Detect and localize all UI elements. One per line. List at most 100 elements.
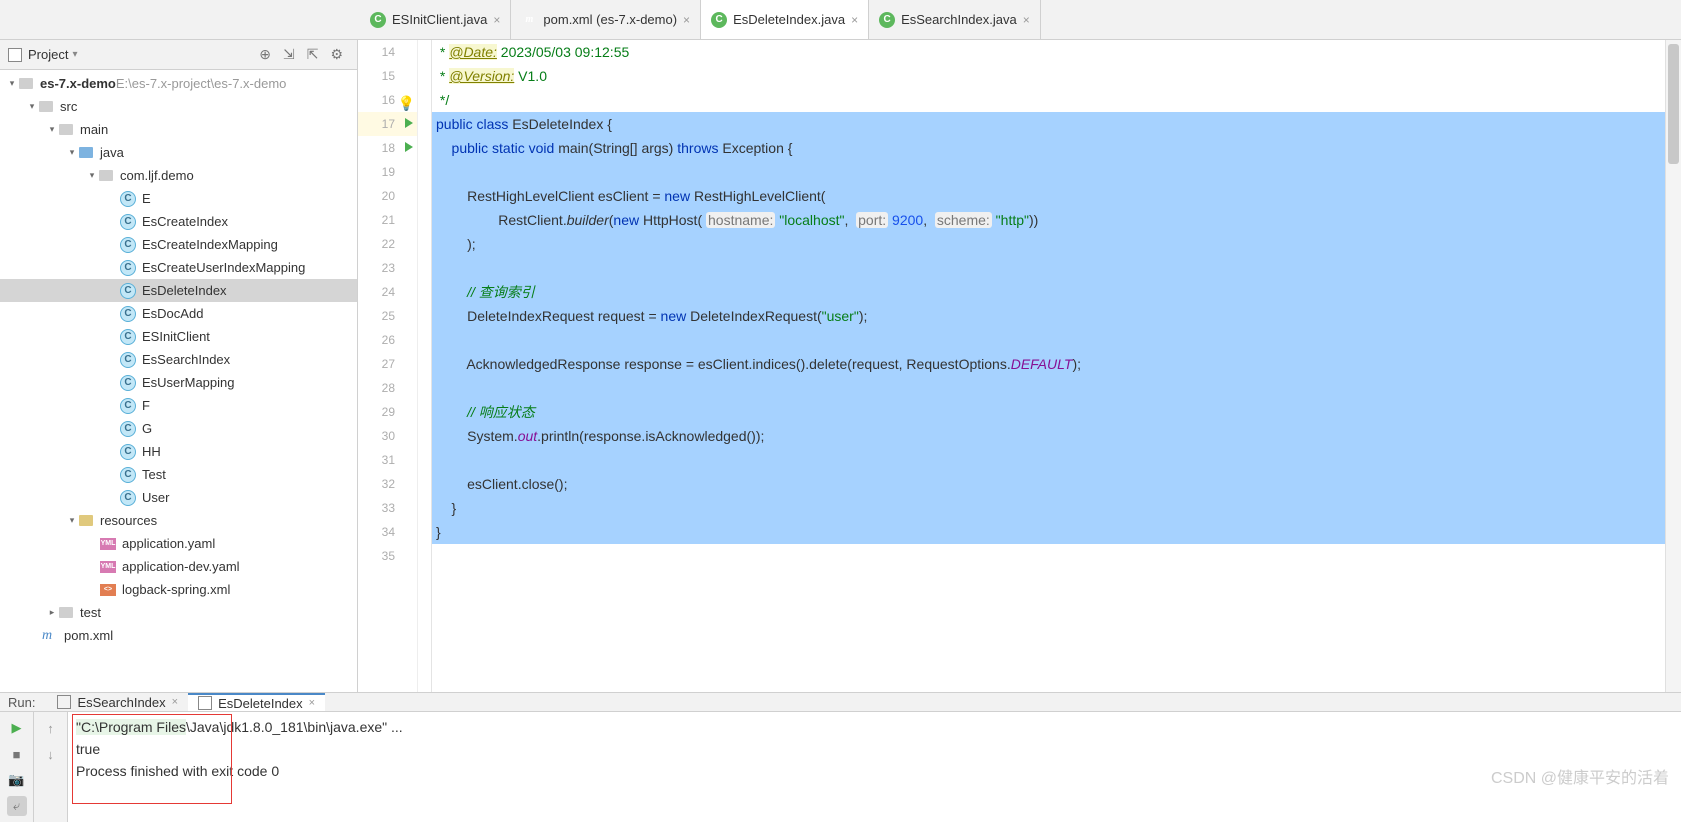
tree-yaml-app[interactable]: YMLapplication.yaml xyxy=(0,532,357,555)
project-sidebar: Project ▾ ⊕ ⇲ ⇱ ⚙ ▾ es-7.x-demo E:\es-7.… xyxy=(0,40,358,692)
tree-resources[interactable]: ▾ resources xyxy=(0,509,357,532)
run-tab-esdeleteindex[interactable]: EsDeleteIndex × xyxy=(188,693,325,711)
tree-class-esusermapping[interactable]: CEsUserMapping xyxy=(0,371,357,394)
gear-icon[interactable]: ⚙ xyxy=(330,46,343,63)
up-icon[interactable]: ↑ xyxy=(41,718,61,738)
line-number: 21 xyxy=(358,208,417,232)
tab-esinitclient[interactable]: C ESInitClient.java × xyxy=(360,0,511,39)
tree-path: E:\es-7.x-project\es-7.x-demo xyxy=(116,76,287,91)
line-number: 22 xyxy=(358,232,417,256)
tree-package[interactable]: ▾ com.ljf.demo xyxy=(0,164,357,187)
class-icon: C xyxy=(120,214,136,230)
class-icon: C xyxy=(120,352,136,368)
close-icon[interactable]: × xyxy=(683,13,690,27)
run-tab-essearchindex[interactable]: EsSearchIndex × xyxy=(47,693,188,711)
tree-label: EsCreateIndexMapping xyxy=(142,237,278,252)
maven-icon: m xyxy=(42,628,58,644)
close-icon[interactable]: × xyxy=(493,13,500,27)
close-icon[interactable]: × xyxy=(309,697,315,709)
chevron-down-icon[interactable]: ▾ xyxy=(66,515,78,526)
folder-icon xyxy=(59,607,73,618)
run-gutter-icon[interactable] xyxy=(405,118,413,128)
tree-label: EsCreateIndex xyxy=(142,214,228,229)
tab-esdeleteindex[interactable]: C EsDeleteIndex.java × xyxy=(701,0,869,39)
console-line: Process finished with exit code 0 xyxy=(76,760,1673,782)
rerun-icon[interactable]: ▶ xyxy=(7,718,27,738)
line-number: 24 xyxy=(358,280,417,304)
line-number: 19 xyxy=(358,160,417,184)
chevron-right-icon[interactable]: ▸ xyxy=(46,607,58,618)
tree-class-essearchindex[interactable]: CEsSearchIndex xyxy=(0,348,357,371)
chevron-down-icon[interactable]: ▾ xyxy=(46,124,58,135)
expand-all-icon[interactable]: ⇲ xyxy=(283,46,295,63)
tree-class-escreateuserindexmapping[interactable]: CEsCreateUserIndexMapping xyxy=(0,256,357,279)
scrollbar-thumb[interactable] xyxy=(1668,44,1679,164)
tree-pom[interactable]: m pom.xml xyxy=(0,624,357,647)
tree-root[interactable]: ▾ es-7.x-demo E:\es-7.x-project\es-7.x-d… xyxy=(0,72,357,95)
camera-icon[interactable]: 📷 xyxy=(7,770,27,790)
close-icon[interactable]: × xyxy=(1023,13,1030,27)
class-icon: C xyxy=(120,421,136,437)
fold-column[interactable] xyxy=(418,40,432,692)
line-number: 17 xyxy=(358,112,417,136)
line-number: 35 xyxy=(358,544,417,568)
tree-label: EsDocAdd xyxy=(142,306,203,321)
class-icon: C xyxy=(120,237,136,253)
package-icon xyxy=(99,170,113,181)
tree-label: EsUserMapping xyxy=(142,375,235,390)
tree-class-esdeleteindex[interactable]: CEsDeleteIndex xyxy=(0,279,357,302)
run-label: Run: xyxy=(8,695,35,710)
tree-yaml-dev[interactable]: YMLapplication-dev.yaml xyxy=(0,555,357,578)
run-tab-label: EsDeleteIndex xyxy=(218,696,303,711)
tree-class-g[interactable]: CG xyxy=(0,417,357,440)
tree-class-esinitclient[interactable]: CESInitClient xyxy=(0,325,357,348)
select-opened-icon[interactable]: ⊕ xyxy=(259,46,271,63)
tab-label: pom.xml (es-7.x-demo) xyxy=(543,12,677,27)
project-title[interactable]: Project ▾ xyxy=(8,47,78,62)
chevron-down-icon[interactable]: ▾ xyxy=(6,78,18,89)
down-icon[interactable]: ↓ xyxy=(41,744,61,764)
tree-class-hh[interactable]: CHH xyxy=(0,440,357,463)
tab-essearchindex[interactable]: C EsSearchIndex.java × xyxy=(869,0,1041,39)
line-number: 26 xyxy=(358,328,417,352)
tree-main[interactable]: ▾ main xyxy=(0,118,357,141)
chevron-down-icon[interactable]: ▾ xyxy=(86,170,98,181)
tree-java[interactable]: ▾ java xyxy=(0,141,357,164)
line-number: 20 xyxy=(358,184,417,208)
tree-class-test[interactable]: CTest xyxy=(0,463,357,486)
java-class-icon: C xyxy=(711,12,727,28)
run-gutter-icon[interactable] xyxy=(405,142,413,152)
class-icon: C xyxy=(120,283,136,299)
tree-class-escreateindexmapping[interactable]: C EsCreateIndexMapping xyxy=(0,233,357,256)
tree-label: pom.xml xyxy=(64,628,113,643)
tree-label: User xyxy=(142,490,169,505)
tree-xml-logback[interactable]: <>logback-spring.xml xyxy=(0,578,357,601)
tab-pom[interactable]: m pom.xml (es-7.x-demo) × xyxy=(511,0,701,39)
tree-class-e[interactable]: CE xyxy=(0,187,357,210)
tab-label: EsDeleteIndex.java xyxy=(733,12,845,27)
tree-label: F xyxy=(142,398,150,413)
vertical-scrollbar[interactable] xyxy=(1665,40,1681,692)
code-editor[interactable]: 14 15 16💡 17 18 19 20 21 22 23 24 25 26 … xyxy=(358,40,1681,692)
chevron-down-icon[interactable]: ▾ xyxy=(26,101,38,112)
console-line: "C:\Program Files\Java\jdk1.8.0_181\bin\… xyxy=(76,716,1673,738)
tree-src[interactable]: ▾ src xyxy=(0,95,357,118)
collapse-all-icon[interactable]: ⇱ xyxy=(307,46,319,63)
tree-class-escreateindex[interactable]: C EsCreateIndex xyxy=(0,210,357,233)
project-tree[interactable]: ▾ es-7.x-demo E:\es-7.x-project\es-7.x-d… xyxy=(0,70,357,692)
close-icon[interactable]: × xyxy=(172,696,178,708)
tree-test[interactable]: ▸ test xyxy=(0,601,357,624)
close-icon[interactable]: × xyxy=(851,13,858,27)
soft-wrap-icon[interactable]: ⤶ xyxy=(7,796,27,816)
tree-class-user[interactable]: CUser xyxy=(0,486,357,509)
chevron-down-icon[interactable]: ▾ xyxy=(66,147,78,158)
tree-label: ESInitClient xyxy=(142,329,210,344)
project-header: Project ▾ ⊕ ⇲ ⇱ ⚙ xyxy=(0,40,357,70)
tree-label: test xyxy=(80,605,101,620)
stop-icon[interactable]: ■ xyxy=(7,744,27,764)
code-content[interactable]: * @Date: 2023/05/03 09:12:55 * @Version:… xyxy=(432,40,1681,692)
console-output[interactable]: "C:\Program Files\Java\jdk1.8.0_181\bin\… xyxy=(68,712,1681,822)
tree-class-esdocadd[interactable]: CEsDocAdd xyxy=(0,302,357,325)
class-icon: C xyxy=(120,398,136,414)
tree-class-f[interactable]: CF xyxy=(0,394,357,417)
